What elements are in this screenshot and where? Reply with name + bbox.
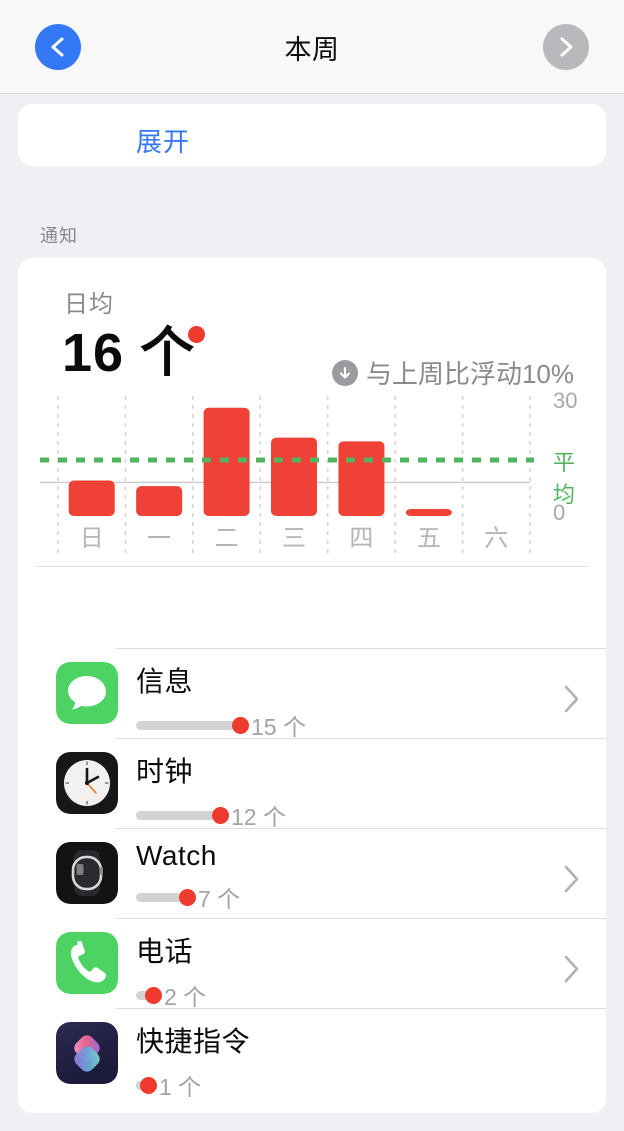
app-row[interactable]: 时钟 12 个 [18, 738, 606, 830]
navigation-bar: 本周 [0, 0, 624, 94]
app-row-body: Watch 7 个 [136, 840, 240, 914]
app-row-body: 信息 15 个 [136, 660, 306, 742]
app-name: Watch [136, 840, 217, 871]
meter-track [136, 720, 236, 730]
disclosure-chevron-icon[interactable] [563, 684, 580, 719]
chevron-right-icon [560, 37, 573, 57]
meter-dot [140, 1076, 157, 1094]
week-comparison-text: 与上周比浮动10% [365, 359, 574, 389]
app-count-meter: 15 个 [136, 708, 306, 742]
chart-canvas: 日一二三四五六 [40, 396, 534, 554]
app-count-label: 7 个 [198, 886, 241, 912]
app-name: 快捷指令 [136, 1026, 251, 1057]
watch-icon [56, 842, 118, 904]
app-name: 电话 [136, 936, 194, 967]
shortcuts-icon [56, 1022, 118, 1084]
notifications-card: 日均 16 个 与上周比浮动10% 日一二三四五六 30 平均 0 信息 15 个 [18, 258, 606, 1113]
meter-dot [232, 716, 249, 734]
week-comparison: 与上周比浮动10% [331, 354, 574, 391]
chart-bar [68, 480, 115, 516]
chart-divider [36, 566, 588, 567]
page-title: 本周 [284, 35, 340, 65]
shortcuts-icon [56, 1022, 118, 1084]
app-row[interactable]: 快捷指令 1 个 [18, 1008, 606, 1100]
notifications-bar-chart: 日一二三四五六 30 平均 0 [40, 388, 586, 554]
x-axis-tick-label: 一 [147, 525, 171, 552]
section-header-notifications: 通知 [40, 226, 78, 246]
row-separator [116, 828, 606, 829]
x-axis-tick-label: 二 [215, 525, 239, 552]
messages-icon [56, 662, 118, 724]
app-count-meter: 2 个 [136, 978, 206, 1012]
y-axis-min-label: 0 [553, 500, 566, 525]
expand-button[interactable]: 展开 [136, 122, 190, 159]
phone-icon [56, 932, 118, 994]
app-row[interactable]: 电话 2 个 [18, 918, 606, 1010]
phone-icon [56, 932, 118, 994]
chart-bar [271, 437, 317, 516]
app-row-body: 快捷指令 1 个 [136, 1020, 250, 1102]
x-axis-tick-label: 四 [349, 525, 373, 552]
meter-dot [145, 986, 162, 1004]
meter-track [136, 892, 183, 902]
row-separator [116, 1008, 606, 1009]
messages-icon [56, 662, 118, 724]
row-separator [116, 648, 606, 649]
arrow-down-circle-icon [331, 359, 358, 386]
row-separator [116, 918, 606, 919]
disclosure-chevron-icon[interactable] [563, 954, 580, 989]
daily-average-value: 16 个 [62, 323, 196, 383]
app-count-label: 2 个 [164, 984, 207, 1010]
app-row[interactable]: Watch 7 个 [18, 828, 606, 918]
notification-dot-indicator [188, 326, 205, 343]
app-count-meter: 1 个 [136, 1068, 250, 1102]
chart-bar [405, 509, 452, 516]
chart-bar [136, 486, 183, 516]
disclosure-chevron-icon[interactable] [563, 864, 580, 899]
row-separator [116, 738, 606, 739]
app-count-label: 12 个 [231, 804, 286, 830]
app-count-label: 1 个 [159, 1074, 202, 1100]
meter-dot [212, 806, 229, 824]
app-row-body: 时钟 12 个 [136, 750, 286, 832]
clock-icon [56, 752, 118, 814]
watch-icon [56, 842, 118, 904]
app-count-meter: 12 个 [136, 798, 286, 832]
app-name: 信息 [136, 666, 194, 697]
chart-bar [338, 441, 385, 516]
x-axis-tick-label: 六 [484, 525, 508, 552]
meter-dot [179, 888, 196, 906]
next-week-button[interactable] [543, 24, 589, 70]
expand-card: 展开 [18, 104, 606, 166]
app-name: 时钟 [136, 756, 194, 787]
app-count-meter: 7 个 [136, 880, 240, 914]
app-row[interactable]: 信息 15 个 [18, 648, 606, 740]
y-axis-max-label: 30 [553, 388, 578, 413]
x-axis-tick-label: 五 [417, 525, 441, 552]
app-count-label: 15 个 [251, 714, 306, 740]
meter-track [136, 810, 216, 820]
app-row-body: 电话 2 个 [136, 930, 206, 1012]
x-axis-tick-label: 日 [80, 525, 104, 552]
x-axis-tick-label: 三 [282, 525, 306, 552]
clock-icon [56, 752, 118, 814]
app-notifications-list: 信息 15 个 时钟 12 个 Watch 7 个 电话 2 个 快捷指令 1 … [18, 648, 606, 1100]
